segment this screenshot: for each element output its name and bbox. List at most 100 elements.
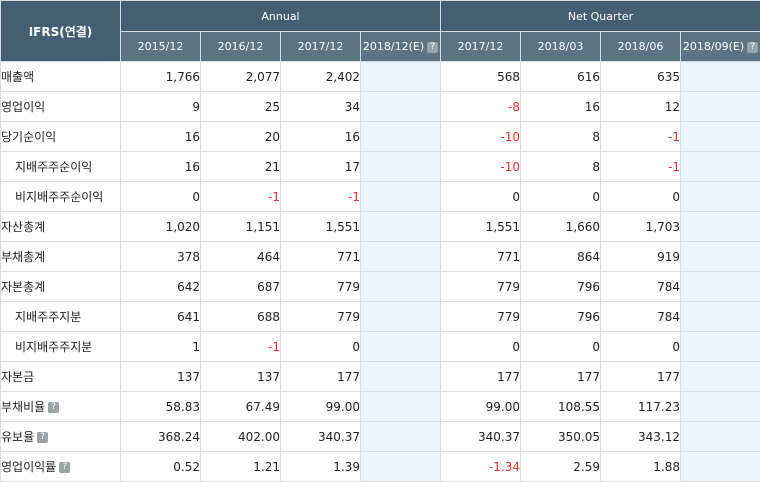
row-label: 당기순이익 [1, 130, 56, 144]
value-cell [681, 92, 760, 122]
value-cell: 635 [601, 62, 681, 92]
period-header: 2015/12 [121, 32, 201, 62]
value-cell [361, 122, 441, 152]
value-cell [361, 242, 441, 272]
question-mark-icon[interactable]: ? [48, 402, 59, 413]
value-cell: 350.05 [521, 422, 601, 452]
value-cell: 378 [121, 242, 201, 272]
row-label-cell: 지배주주순이익 [1, 152, 121, 182]
table-row: 자산총계1,0201,1511,5511,5511,6601,703 [1, 212, 760, 242]
table-row: 비지배주주지분1-10000 [1, 332, 760, 362]
value-cell [681, 152, 760, 182]
table-row: 부채비율?58.8367.4999.0099.00108.55117.23 [1, 392, 760, 422]
value-cell: -10 [441, 122, 521, 152]
value-cell [681, 182, 760, 212]
value-cell: 0 [441, 182, 521, 212]
value-cell [681, 122, 760, 152]
row-label-cell: 당기순이익 [1, 122, 121, 152]
value-cell: 1.39 [281, 452, 361, 482]
value-cell: 8 [521, 152, 601, 182]
value-cell: 343.12 [601, 422, 681, 452]
question-mark-icon[interactable]: ? [427, 42, 438, 53]
value-cell: -1 [281, 182, 361, 212]
row-label-cell: 부채총계 [1, 242, 121, 272]
value-cell: 16 [281, 122, 361, 152]
value-cell: 0 [121, 182, 201, 212]
value-cell: 25 [201, 92, 281, 122]
value-cell: 20 [201, 122, 281, 152]
value-cell [681, 242, 760, 272]
row-label: 부채총계 [1, 250, 45, 264]
row-label: 자산총계 [1, 220, 45, 234]
value-cell: 771 [441, 242, 521, 272]
row-label-cell: 유보율? [1, 422, 121, 452]
value-cell: 2,402 [281, 62, 361, 92]
value-cell: 2,077 [201, 62, 281, 92]
value-cell [361, 302, 441, 332]
value-cell: 2.59 [521, 452, 601, 482]
row-label: 자본총계 [1, 280, 45, 294]
value-cell: 0 [521, 182, 601, 212]
table-row: 당기순이익162016-108-1 [1, 122, 760, 152]
value-cell [361, 392, 441, 422]
question-mark-icon[interactable]: ? [37, 432, 48, 443]
table-row: 부채총계378464771771864919 [1, 242, 760, 272]
value-cell: 340.37 [441, 422, 521, 452]
table-row: 영업이익률?0.521.211.39-1.342.591.88 [1, 452, 760, 482]
value-cell: 0 [601, 182, 681, 212]
value-cell: 779 [441, 302, 521, 332]
corner-label: IFRS(연결) [1, 1, 121, 62]
value-cell: 16 [121, 122, 201, 152]
table-row: 자본총계642687779779796784 [1, 272, 760, 302]
value-cell: 784 [601, 302, 681, 332]
value-cell [361, 62, 441, 92]
group-header-annual: Annual [121, 1, 441, 32]
value-cell: -1 [601, 152, 681, 182]
value-cell: 16 [521, 92, 601, 122]
value-cell [361, 212, 441, 242]
value-cell: 177 [441, 362, 521, 392]
value-cell [361, 422, 441, 452]
row-label: 지배주주순이익 [15, 160, 92, 174]
value-cell: 1,020 [121, 212, 201, 242]
value-cell: 796 [521, 272, 601, 302]
value-cell: 0 [281, 332, 361, 362]
question-mark-icon[interactable]: ? [747, 42, 758, 53]
value-cell: 616 [521, 62, 601, 92]
period-label: 2018/06 [618, 40, 664, 53]
period-header: 2017/12 [281, 32, 361, 62]
value-cell: 67.49 [201, 392, 281, 422]
value-cell: 21 [201, 152, 281, 182]
row-label: 부채비율 [1, 400, 45, 414]
value-cell: 137 [121, 362, 201, 392]
value-cell: -1.34 [441, 452, 521, 482]
table-row: 자본금137137177177177177 [1, 362, 760, 392]
value-cell: 137 [201, 362, 281, 392]
period-header: 2018/06 [601, 32, 681, 62]
value-cell: 1,703 [601, 212, 681, 242]
row-label-cell: 비지배주주순이익 [1, 182, 121, 212]
value-cell: -10 [441, 152, 521, 182]
value-cell: -1 [201, 332, 281, 362]
value-cell: 1.21 [201, 452, 281, 482]
group-header-net-quarter: Net Quarter [441, 1, 760, 32]
value-cell: 568 [441, 62, 521, 92]
row-label: 매출액 [1, 70, 34, 84]
question-mark-icon[interactable]: ? [59, 462, 70, 473]
period-header: 2017/12 [441, 32, 521, 62]
value-cell: 177 [521, 362, 601, 392]
value-cell: 0 [521, 332, 601, 362]
value-cell: 34 [281, 92, 361, 122]
value-cell: 687 [201, 272, 281, 302]
row-label: 비지배주주지분 [15, 340, 92, 354]
value-cell [361, 362, 441, 392]
header-group-row: IFRS(연결) Annual Net Quarter [1, 1, 760, 32]
row-label-cell: 비지배주주지분 [1, 332, 121, 362]
period-header: 2018/12(E)? [361, 32, 441, 62]
period-label: 2017/12 [298, 40, 344, 53]
table-row: 유보율?368.24402.00340.37340.37350.05343.12 [1, 422, 760, 452]
value-cell: 177 [281, 362, 361, 392]
row-label: 비지배주주순이익 [15, 190, 103, 204]
value-cell [681, 332, 760, 362]
value-cell: 642 [121, 272, 201, 302]
